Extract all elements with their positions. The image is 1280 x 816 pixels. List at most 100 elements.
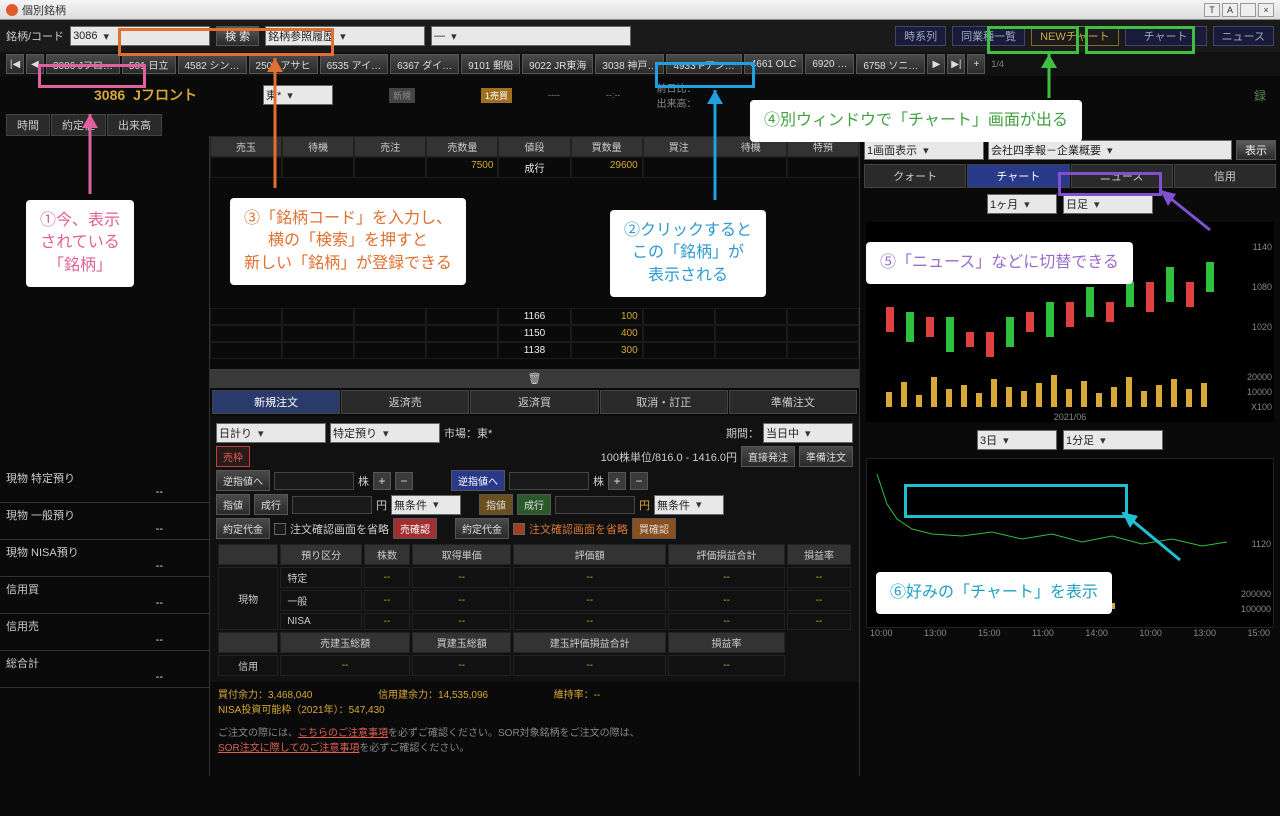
annotation-1: ①今、表示 されている 「銘柄」 xyxy=(26,200,134,287)
search-button[interactable]: 検 索 xyxy=(216,26,259,46)
dash-select[interactable]: ― xyxy=(431,26,631,46)
account-select[interactable]: 特定預り xyxy=(330,423,440,443)
order-tab-new[interactable]: 新規注文 xyxy=(212,390,340,414)
history-prev-fast[interactable]: |◀ xyxy=(6,54,24,74)
yakudai-buy-button[interactable]: 約定代金 xyxy=(455,518,509,539)
market-label: 市場：東* xyxy=(444,425,492,441)
history-tab[interactable]: 9022 JR東海 xyxy=(522,54,593,74)
titlebar-close-button[interactable]: × xyxy=(1258,3,1274,17)
display-select[interactable]: 1画面表示 xyxy=(864,140,984,160)
yakudai-button[interactable]: 約定代金 xyxy=(216,518,270,539)
shikihou-select[interactable]: 会社四季報－企業概要 xyxy=(988,140,1232,160)
period1-select[interactable]: 1ヶ月 xyxy=(987,194,1057,214)
rtab-credit[interactable]: 信用 xyxy=(1174,164,1276,188)
right-column: 1画面表示 会社四季報－企業概要 表示 クォート チャート ニュース 信用 1ヶ… xyxy=(860,136,1280,776)
order-tab-buy[interactable]: 返済買 xyxy=(470,390,598,414)
rtab-quote[interactable]: クォート xyxy=(864,164,966,188)
period-select[interactable]: 当日中 xyxy=(763,423,853,443)
direct-order-button[interactable]: 直接発注 xyxy=(741,446,795,467)
market-button[interactable]: 成行 xyxy=(254,494,288,515)
history-tab[interactable]: 6758 ソニ… xyxy=(856,54,925,74)
limit-buy-button[interactable]: 指値 xyxy=(479,494,513,515)
sell-qty-input[interactable] xyxy=(274,472,354,490)
period-label: 期間： xyxy=(726,425,759,441)
market-buy-button[interactable]: 成行 xyxy=(517,494,551,515)
ashi1-select[interactable]: 日足 xyxy=(1063,194,1153,214)
history-tab[interactable]: 3038 神戸… xyxy=(595,54,664,74)
history-tab[interactable]: 3086 Jフロ… xyxy=(46,54,120,74)
history-tab[interactable]: 4582 シン… xyxy=(178,54,247,74)
same-industry-button[interactable]: 同業種一覧 xyxy=(952,26,1025,46)
market-select[interactable]: 東* xyxy=(263,85,333,105)
history-tab[interactable]: 6367 ダイ… xyxy=(390,54,459,74)
history-next[interactable]: ▶ xyxy=(927,54,945,74)
order-tab-prepare[interactable]: 準備注文 xyxy=(729,390,857,414)
buy-confirm-button[interactable]: 買確認 xyxy=(632,518,676,539)
stock-header: 3086 Jフロント 東* 新規 1売買 ---- --:-- 前日比： 出来高… xyxy=(0,76,1280,114)
news-button[interactable]: ニュース xyxy=(1213,26,1274,46)
history-prev[interactable]: ◀ xyxy=(26,54,44,74)
history-select[interactable]: 銘柄参照履歴 xyxy=(265,26,425,46)
stock-name: Jフロント xyxy=(133,85,197,105)
history-tab[interactable]: 2502 アサヒ xyxy=(249,54,318,74)
chart-button[interactable]: チャート xyxy=(1125,26,1207,46)
titlebar-min-button[interactable] xyxy=(1240,3,1256,17)
rtab-chart[interactable]: チャート xyxy=(967,164,1069,188)
sell-price-input[interactable] xyxy=(292,496,372,514)
history-tab[interactable]: 4661 OLC xyxy=(744,54,804,74)
buy-qty-input[interactable] xyxy=(509,472,589,490)
condition-select[interactable]: 無条件 xyxy=(391,495,461,515)
sor-link[interactable]: SOR注文に際してのご注意事項 xyxy=(218,743,359,754)
time-dashes: --:-- xyxy=(606,90,621,100)
history-tab[interactable]: 501 日立 xyxy=(122,54,175,74)
buy-price-input[interactable] xyxy=(555,496,635,514)
annotation-2: ②クリックすると この「銘柄」が 表示される xyxy=(610,210,766,297)
tab-volume[interactable]: 出来高 xyxy=(107,114,162,136)
badge: 1売買 xyxy=(481,88,512,103)
titlebar-a-button[interactable]: A xyxy=(1222,3,1238,17)
display-button[interactable]: 表示 xyxy=(1236,140,1276,160)
prepare-order-button[interactable]: 準備注文 xyxy=(799,446,853,467)
code-input[interactable]: 3086 xyxy=(70,26,210,46)
order-tab-cancel[interactable]: 取消・訂正 xyxy=(600,390,728,414)
sell-confirm-button[interactable]: 売確認 xyxy=(393,518,437,539)
skip-confirm-check[interactable] xyxy=(274,523,286,535)
order-tab-sell[interactable]: 返済売 xyxy=(341,390,469,414)
history-tab[interactable]: 6920 … xyxy=(805,54,854,74)
hibakari-select[interactable]: 日計り xyxy=(216,423,326,443)
qty-down[interactable]: − xyxy=(395,472,413,490)
qty-up[interactable]: + xyxy=(373,472,391,490)
rtab-news[interactable]: ニュース xyxy=(1071,164,1173,188)
register-label[interactable]: 録 xyxy=(1254,87,1266,104)
trash-icon[interactable]: 🗑 xyxy=(210,369,859,388)
new-chart-button[interactable]: NEWチャート xyxy=(1031,26,1119,46)
history-add[interactable]: + xyxy=(967,54,985,74)
period2-select[interactable]: 3日 xyxy=(977,430,1057,450)
skip-confirm-buy-check[interactable] xyxy=(513,523,525,535)
stock-code: 3086 xyxy=(94,87,125,103)
history-next-fast[interactable]: ▶| xyxy=(947,54,965,74)
account-row: 信用売-- xyxy=(0,614,209,651)
titlebar-t-button[interactable]: T xyxy=(1204,3,1220,17)
stop-sell-button[interactable]: 逆指値へ xyxy=(216,470,270,491)
tab-price[interactable]: 約定値 xyxy=(51,114,106,136)
history-tab[interactable]: 6535 アイ… xyxy=(320,54,389,74)
annotation-6: ⑥好みの「チャート」を表示 xyxy=(876,572,1112,614)
tab-time[interactable]: 時間 xyxy=(6,114,50,136)
stop-buy-button[interactable]: 逆指値へ xyxy=(451,470,505,491)
ashi2-select[interactable]: 1分足 xyxy=(1063,430,1163,450)
condition-buy-select[interactable]: 無条件 xyxy=(654,495,724,515)
warning-link[interactable]: こちらのご注意事項 xyxy=(298,728,388,739)
limit-button[interactable]: 指値 xyxy=(216,494,250,515)
price-dashes: ---- xyxy=(548,90,560,100)
order-tabs: 新規注文 返済売 返済買 取消・訂正 準備注文 xyxy=(210,388,859,416)
qty-up-buy[interactable]: + xyxy=(608,472,626,490)
history-tabstrip: |◀ ◀ 3086 Jフロ… 501 日立 4582 シン… 2502 アサヒ … xyxy=(0,52,1280,76)
history-tab[interactable]: 9101 郵船 xyxy=(461,54,520,74)
account-row: 現物 特定預り-- xyxy=(0,466,209,503)
timeseries-button[interactable]: 時系列 xyxy=(895,26,946,46)
pager-label: 1/4 xyxy=(991,59,1004,69)
history-tab[interactable]: 4933 Pアン… xyxy=(666,54,741,74)
uriwaku-badge: 売枠 xyxy=(216,446,250,467)
qty-down-buy[interactable]: − xyxy=(630,472,648,490)
